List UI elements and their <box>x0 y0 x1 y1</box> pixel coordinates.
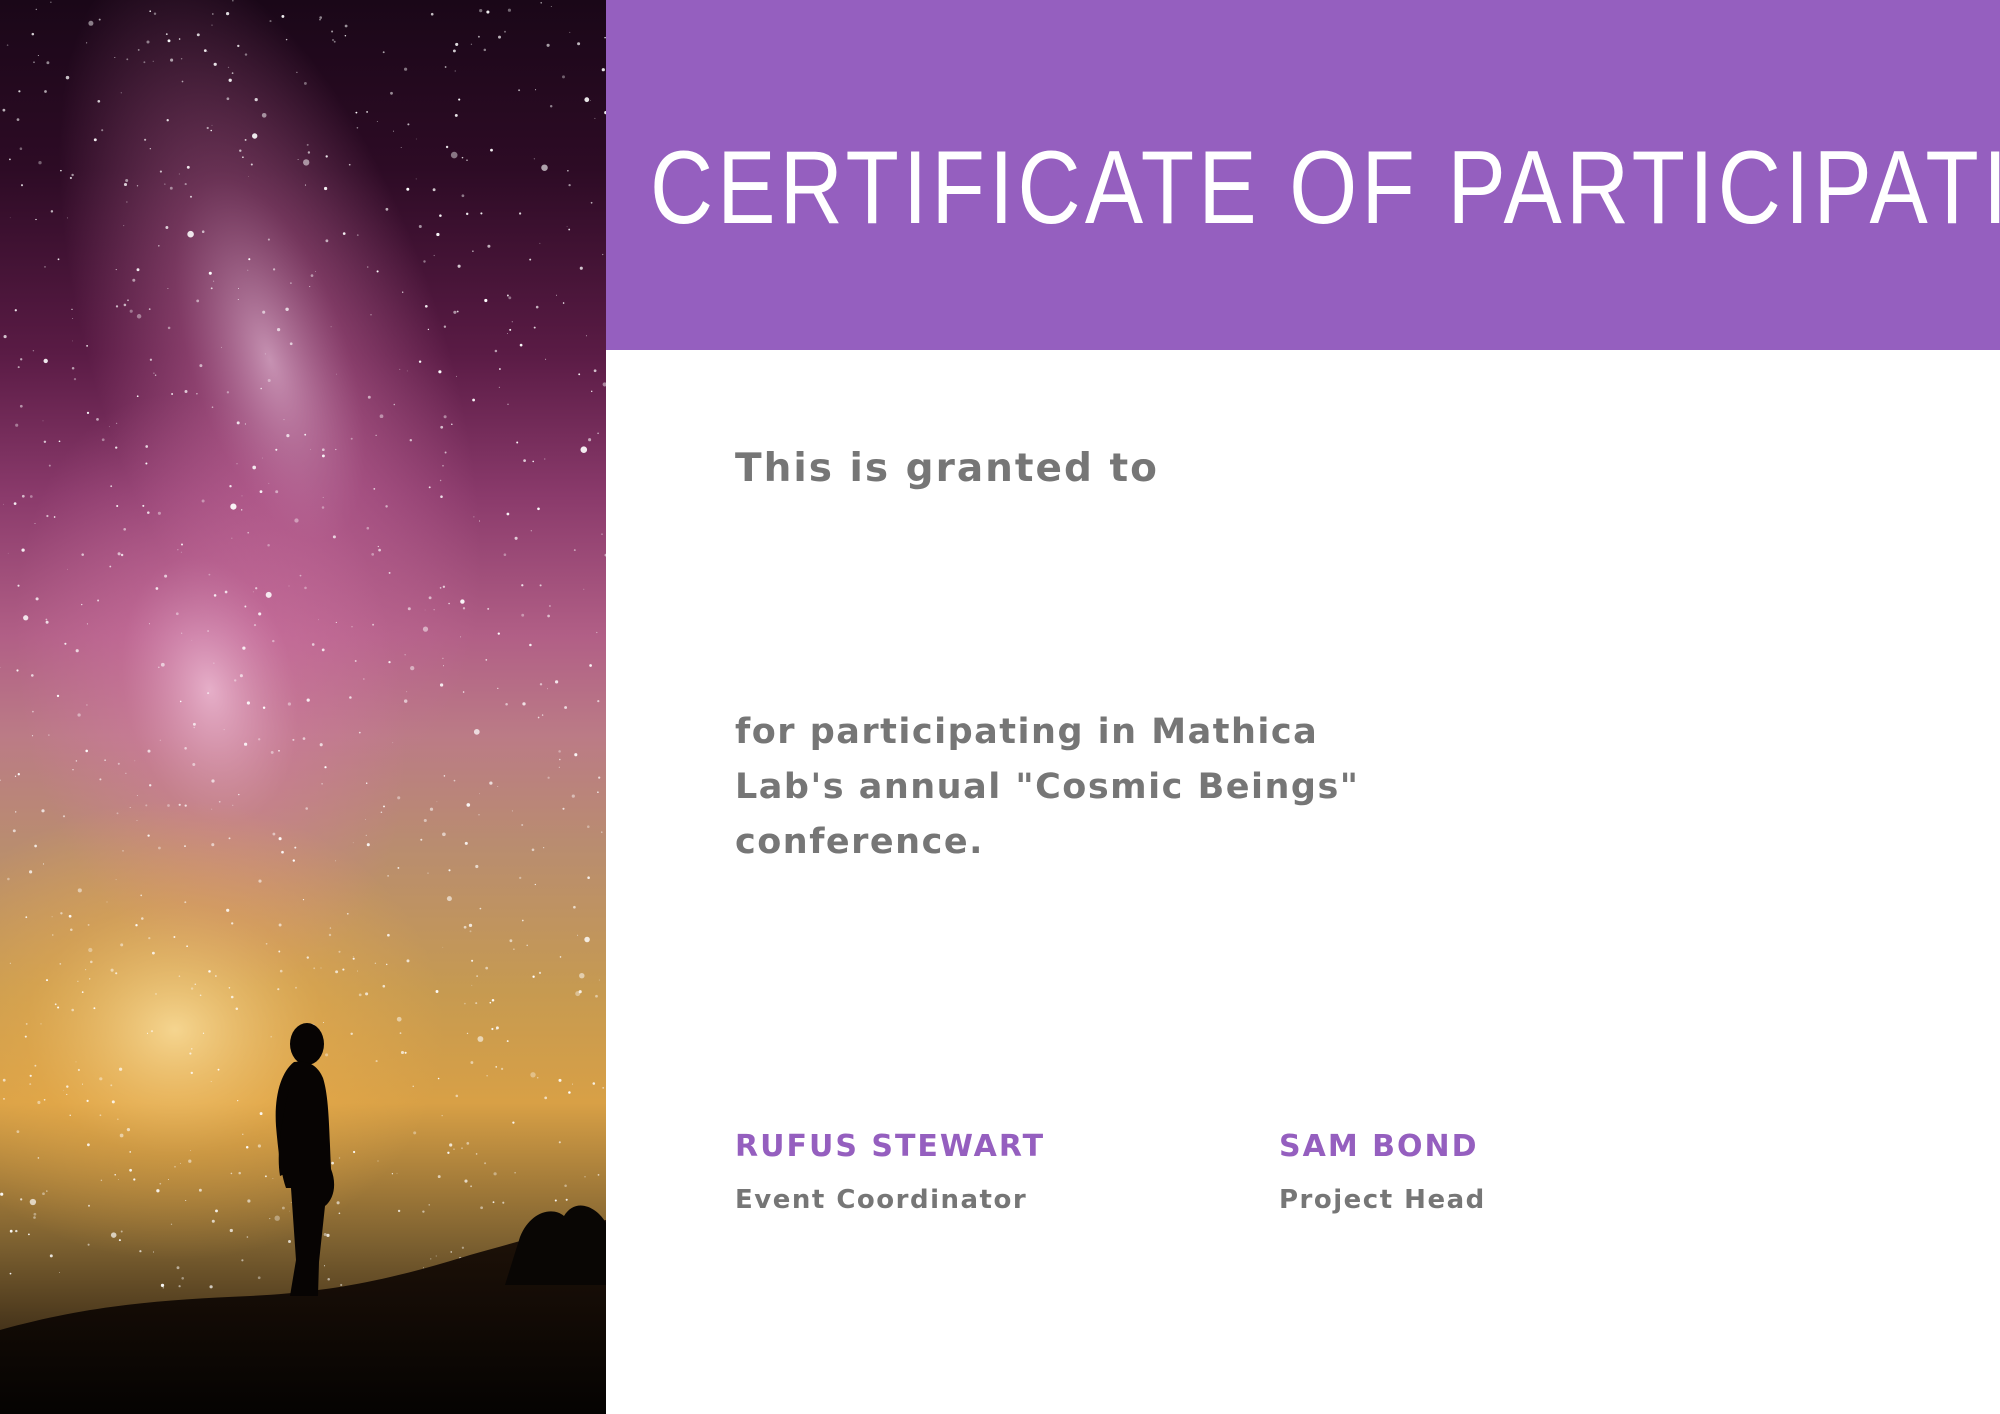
signatory-name: RUFUS STEWART <box>735 1129 1046 1164</box>
signatory-project-head: SAM BOND Project Head <box>1279 1125 1486 1220</box>
starry-sky-photo <box>0 0 606 1414</box>
certificate-page: CERTIFICATE OF PARTICIPATION This is gra… <box>0 0 2000 1414</box>
granted-to-text: This is granted to <box>735 446 1159 491</box>
participation-description: for participating in Mathica Lab's annua… <box>735 712 1360 862</box>
signatory-role: Project Head <box>1279 1185 1486 1215</box>
signatory-name: SAM BOND <box>1279 1129 1479 1164</box>
signatory-event-coordinator: RUFUS STEWART Event Coordinator <box>735 1125 1045 1220</box>
certificate-title: CERTIFICATE OF PARTICIPATION <box>650 130 2000 246</box>
signatory-role: Event Coordinator <box>735 1185 1028 1215</box>
